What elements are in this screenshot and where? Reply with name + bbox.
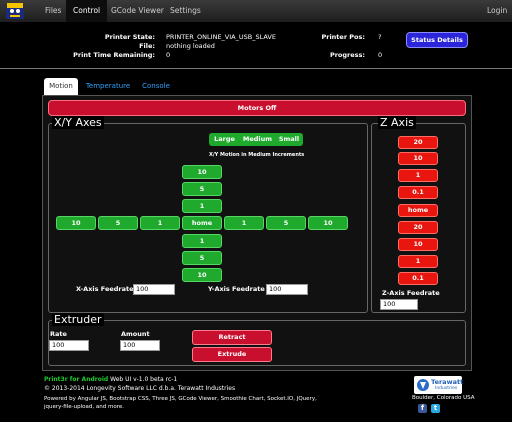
amount-input[interactable]: 100 [120, 340, 160, 351]
nav-files[interactable]: Files [38, 0, 68, 22]
y-plus-10-button[interactable]: 10 [182, 165, 222, 179]
z-feedrate-input[interactable]: 100 [380, 299, 418, 310]
x-minus-10-button[interactable]: 10 [56, 216, 96, 230]
x-feedrate-label: X-Axis Feedrate [76, 285, 134, 293]
z-feedrate-label: Z-Axis Feedrate [382, 289, 440, 297]
footer-version-line: Print3r for Android Web UI v-1.0 beta rc… [44, 376, 177, 383]
nav-login[interactable]: Login [480, 0, 512, 22]
extruder-legend: Extruder [52, 313, 104, 326]
rate-input[interactable]: 100 [49, 340, 89, 351]
motors-off-button[interactable]: Motors Off [48, 100, 466, 116]
y-minus-5-button[interactable]: 5 [182, 251, 222, 265]
printer-state-value: PRINTER_ONLINE_VIA_USB_SLAVE [166, 33, 276, 41]
terawatt-brand-sub: Industries [435, 386, 458, 391]
tab-temperature[interactable]: Temperature [83, 78, 133, 95]
nav-settings[interactable]: Settings [163, 0, 208, 22]
progress-label: Progress: [329, 51, 365, 59]
z-plus-1-button[interactable]: 1 [398, 169, 438, 182]
z-minus-20-button[interactable]: 20 [398, 221, 438, 234]
nav-control[interactable]: Control [66, 0, 108, 22]
y-feedrate-label: Y-Axis Feedrate [208, 285, 265, 293]
footer-location: Boulder, Colorado USA [412, 395, 475, 401]
twitter-icon[interactable]: t [431, 404, 440, 413]
rate-label: Rate [50, 330, 67, 338]
x-plus-1-button[interactable]: 1 [224, 216, 264, 230]
y-minus-1-button[interactable]: 1 [182, 234, 222, 248]
z-plus-20-button[interactable]: 20 [398, 136, 438, 149]
z-minus-1-button[interactable]: 1 [398, 255, 438, 268]
increment-large[interactable]: Large [209, 133, 241, 146]
divider [0, 68, 512, 69]
extrude-button[interactable]: Extrude [192, 347, 272, 362]
xy-axes-legend: X/Y Axes [52, 116, 104, 129]
increment-caption: X/Y Motion in Medium Increments [209, 152, 305, 158]
tab-motion[interactable]: Motion [44, 78, 78, 95]
z-plus-10-button[interactable]: 10 [398, 152, 438, 165]
y-plus-1-button[interactable]: 1 [182, 199, 222, 213]
footer-copyright: © 2013-2014 Longevity Software LLC d.b.a… [44, 385, 236, 392]
increment-small[interactable]: Small [275, 133, 303, 146]
amount-label: Amount [121, 330, 150, 338]
z-plus-0-1-button[interactable]: 0.1 [398, 186, 438, 199]
x-feedrate-input[interactable]: 100 [133, 284, 175, 295]
y-minus-10-button[interactable]: 10 [182, 268, 222, 282]
footer-powered-2: jquery-file-upload, and more. [44, 404, 124, 410]
z-minus-0-1-button[interactable]: 0.1 [398, 272, 438, 285]
terawatt-brand: Terawatt [431, 378, 464, 386]
printer-state-label: Printer State: [104, 33, 155, 41]
terawatt-logo-icon [417, 379, 429, 391]
file-value: nothing loaded [166, 42, 215, 50]
print-time-value: 0 [166, 51, 171, 59]
progress-value: 0 [378, 51, 383, 59]
y-feedrate-input[interactable]: 100 [266, 284, 308, 295]
footer-powered: Powered by Angular JS, Bootstrap CSS, Th… [44, 396, 317, 402]
x-plus-5-button[interactable]: 5 [266, 216, 306, 230]
xy-home-button[interactable]: home [182, 216, 222, 230]
y-plus-5-button[interactable]: 5 [182, 182, 222, 196]
x-minus-5-button[interactable]: 5 [98, 216, 138, 230]
increment-medium[interactable]: Medium [240, 133, 276, 146]
x-minus-1-button[interactable]: 1 [140, 216, 180, 230]
z-minus-10-button[interactable]: 10 [398, 238, 438, 251]
app-logo[interactable] [5, 2, 25, 20]
z-axis-legend: Z Axis [378, 116, 416, 129]
nav-gcode-viewer[interactable]: GCode Viewer [104, 0, 171, 22]
file-label: File: [139, 42, 155, 50]
retract-button[interactable]: Retract [192, 330, 272, 345]
terawatt-logo[interactable]: Terawatt Industries [414, 376, 464, 394]
z-home-button[interactable]: home [398, 204, 438, 217]
x-plus-10-button[interactable]: 10 [308, 216, 348, 230]
printer-pos-label: Printer Pos: [321, 33, 365, 41]
printer-pos-value: ? [378, 33, 382, 41]
print-time-label: Print Time Remaining: [73, 51, 155, 59]
tab-console[interactable]: Console [139, 78, 173, 95]
footer-app-name[interactable]: Print3r for Android [44, 376, 108, 383]
status-details-button[interactable]: Status Details [406, 32, 468, 48]
facebook-icon[interactable]: f [418, 404, 427, 413]
footer-version: Web UI v-1.0 beta rc-1 [110, 376, 178, 383]
